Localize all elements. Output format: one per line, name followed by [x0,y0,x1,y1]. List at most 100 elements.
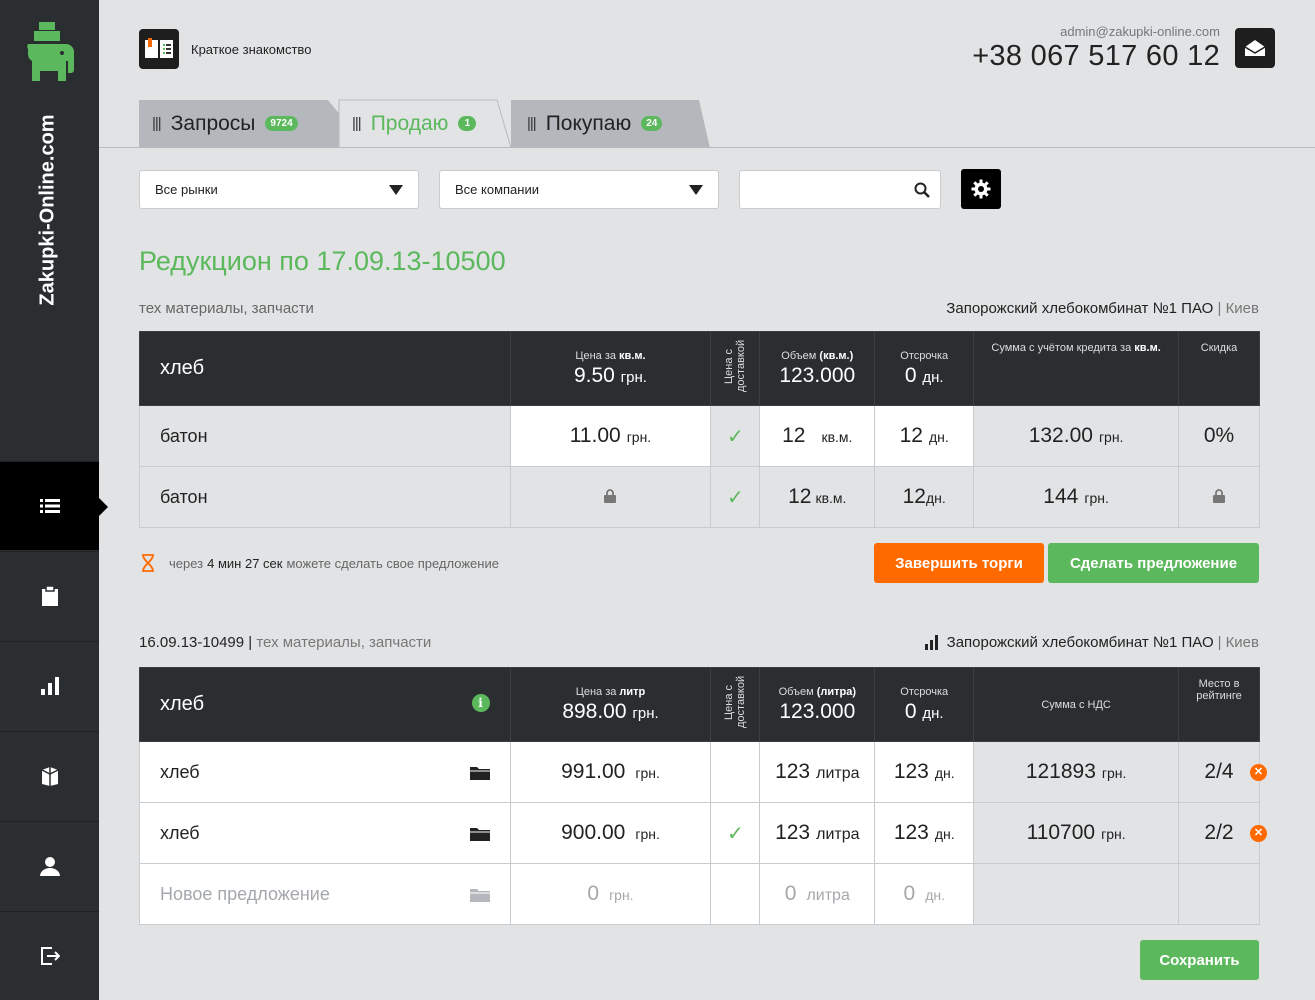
auction-company[interactable]: Запорожский хлебокомбинат №1 ПАО [946,300,1213,317]
auction-table: хлеб Цена за кв.м. 9.50 грн. Цена с дост… [139,331,1260,528]
nav-list-icon[interactable] [0,461,108,550]
row-sum: 121893 грн. [973,741,1180,803]
tab-sell[interactable]: ||| Продаю 1 [352,99,477,148]
tab-label: Продаю [370,111,449,135]
timer-value: 4 мин 27 сек [207,555,283,571]
auction-company-line: Запорожский хлебокомбинат №1 ПАО | Киев [946,300,1259,317]
row-volume[interactable]: 12 кв.м. [759,405,876,467]
header-price: Цена за литр 898.00 грн. [509,667,712,742]
elephant-logo-icon[interactable] [22,22,76,84]
brand-name: Zakupki-Online.com [36,114,59,306]
mail-button[interactable] [1235,28,1275,68]
companies-select-value: Все компании [455,182,539,197]
companies-select[interactable]: Все компании [439,170,719,209]
folder-icon[interactable] [469,886,490,907]
delivery-check-icon[interactable]: ✓ [710,802,761,864]
make-offer-button[interactable]: Сделать предложение [1048,543,1259,583]
intro-link[interactable]: Краткое знакомство [139,29,311,69]
nav-user-icon[interactable] [0,821,99,910]
header-price: Цена за кв.м. 9.50 грн. [509,331,712,406]
nav-logout-icon[interactable] [0,911,99,1000]
new-offer-name[interactable]: Новое предложение [139,863,511,925]
header-delivery: Цена с доставкой [710,667,761,742]
finish-auction-button[interactable]: Завершить торги [874,543,1044,583]
nav-clipboard-icon[interactable] [0,551,99,640]
row-price[interactable]: 11.00 грн. [509,405,712,467]
lock-icon [509,466,712,528]
row-rank: 2/4 ✕ [1178,741,1267,803]
close-icon[interactable]: ✕ [1250,825,1267,842]
save-button[interactable]: Сохранить [1140,940,1259,980]
user-email[interactable]: admin@zakupki-online.com [972,24,1220,39]
new-offer-sum [973,863,1180,925]
row-price[interactable]: 900.00 грн. [509,802,712,864]
row-delay[interactable]: 123 дн. [874,802,975,864]
hourglass-icon [142,554,154,572]
row-volume[interactable]: 123 литра [759,741,876,803]
row-volume[interactable]: 123 литра [759,802,876,864]
request-table: хлеб i Цена за литр 898.00 грн. Цена с д… [139,667,1267,925]
delivery-check-icon: ✓ [710,466,761,528]
header-rank: Место в рейтинге [1178,667,1260,742]
auction-title[interactable]: Редукцион по 17.09.13-10500 [139,246,506,277]
row-discount: 0% [1178,405,1260,467]
new-offer-price[interactable]: 0 грн. [509,863,712,925]
auction-timer: через 4 мин 27 сек можете сделать свое п… [141,554,499,572]
search-input[interactable] [740,171,900,208]
row-price[interactable]: 991.00 грн. [509,741,712,803]
search-box [739,170,941,209]
table-header-row: хлеб Цена за кв.м. 9.50 грн. Цена с дост… [139,331,1260,406]
tab-requests[interactable]: ||| Запросы 9724 [152,99,298,148]
header-discount: Скидка [1178,331,1260,406]
new-offer-volume[interactable]: 0 литра [759,863,876,925]
table-row: хлеб 900.00 грн. ✓ 123 литра 123 дн. 110700… [139,802,1267,864]
new-offer-delivery[interactable] [710,863,761,925]
envelope-icon [1245,40,1265,56]
request-company[interactable]: Запорожский хлебокомбинат №1 ПАО [947,634,1214,651]
phone-number: +38 067 517 60 12 [972,40,1220,72]
request-company-line: Запорожский хлебокомбинат №1 ПАО | Киев [924,634,1259,651]
nav-book-icon[interactable] [0,731,99,820]
book-icon [139,29,179,69]
search-icon[interactable] [914,182,930,202]
tab-badge: 1 [458,116,477,131]
header-volume: Объем (кв.м.) 123.000 [759,331,876,406]
contact-block: admin@zakupki-online.com +38 067 517 60 … [972,24,1220,73]
tab-label: Запросы [170,111,256,135]
row-product: хлеб [139,802,511,864]
settings-button[interactable] [961,169,1001,209]
tab-bars-icon: ||| [152,115,162,132]
request-id[interactable]: 16.09.13-10499 [139,634,244,651]
tab-label: Покупаю [545,111,632,135]
table-row: хлеб 991.00 грн. 123 литра 123 дн. 121893 гр… [139,741,1267,803]
close-icon[interactable]: ✕ [1250,764,1267,781]
markets-select[interactable]: Все рынки [139,170,419,209]
folder-icon[interactable] [469,764,490,785]
sidebar: Zakupki-Online.com [0,0,108,1000]
header-sum: Сумма с НДС [973,667,1180,742]
intro-label: Краткое знакомство [191,41,312,57]
folder-icon[interactable] [469,825,490,846]
request-category: тех материалы, запчасти [256,634,432,651]
nav-chart-icon[interactable] [0,641,99,730]
info-icon[interactable]: i [471,694,490,712]
chevron-down-icon [389,185,403,195]
auction-category: тех материалы, запчасти [139,300,314,317]
row-delay[interactable]: 123 дн. [874,741,975,803]
lock-icon [1178,466,1260,528]
new-offer-delay[interactable]: 0 дн. [874,863,975,925]
tab-badge: 9724 [265,116,298,131]
row-sum: 144 грн. [973,466,1179,528]
new-offer-rank [1178,863,1260,925]
row-product: батон [139,405,511,467]
auction-city: Киев [1225,300,1259,317]
tab-bars-icon: ||| [352,115,362,132]
request-line: 16.09.13-10499 | тех материалы, запчасти [139,634,431,651]
tab-buy[interactable]: ||| Покупаю 24 [527,99,663,148]
row-delay[interactable]: 12 дн. [874,405,975,467]
table-header-row: хлеб i Цена за литр 898.00 грн. Цена с д… [139,667,1260,742]
signal-bars-icon [924,635,938,650]
separator: | [248,634,253,651]
row-delay: 12дн. [874,466,975,528]
row-volume: 12 кв.м. [759,466,876,528]
